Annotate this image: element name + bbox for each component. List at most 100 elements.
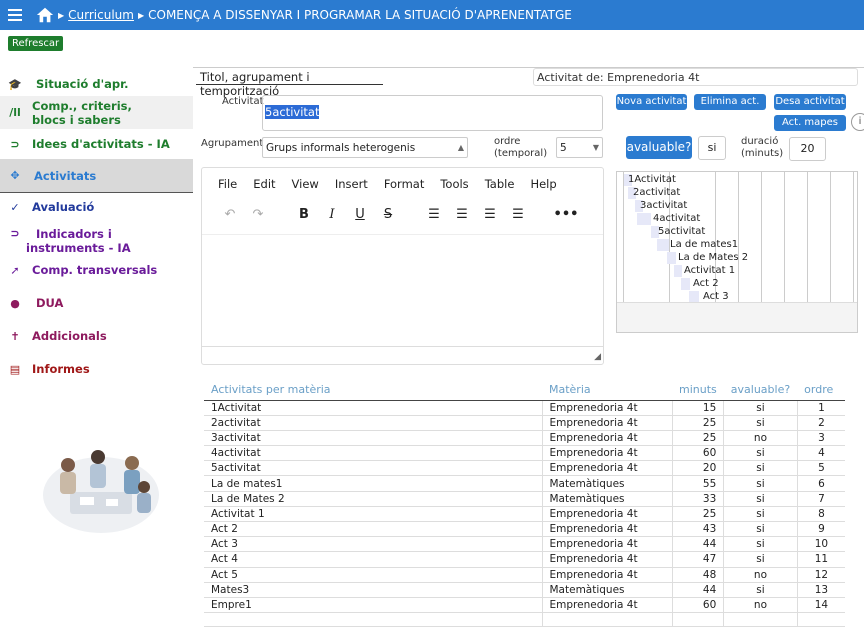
editor-menu-view[interactable]: View (292, 177, 319, 191)
sidebar-item-idees[interactable]: ⊃ Idees d'activitats - IA (0, 129, 193, 159)
grid-line (623, 172, 624, 302)
sidebar-item-transversals[interactable]: ➚ Comp. transversals (0, 257, 193, 283)
table-cell: Act 2 (204, 521, 543, 538)
table-cell: Emprenedoria 4t (542, 506, 673, 523)
avaluable-value[interactable]: si (698, 136, 726, 160)
agrupament-select[interactable]: Grups informals heterogenis ▲ (262, 137, 468, 158)
table-row[interactable]: Mates3 Matemàtiques 44 si 13 (204, 582, 846, 598)
sidebar-item-label: Avaluació (32, 200, 95, 214)
table-cell: si (723, 536, 798, 553)
timeline-label: La de mates1 (670, 239, 739, 250)
sidebar-item-activitats[interactable]: ✥ Activitats (0, 159, 193, 193)
table-row[interactable]: Act 3 Emprenedoria 4t 44 si 10 (204, 536, 846, 553)
desa-activitat-button[interactable]: Desa activitat (774, 94, 846, 110)
sidebar: 🎓 Situació d'apr. /ll Comp., criteris, b… (0, 72, 193, 389)
sidebar-item-avaluacio[interactable]: ✓ Avaluació (0, 193, 193, 221)
table-row[interactable]: 4activitat Emprenedoria 4t 60 si 4 (204, 445, 846, 462)
table-row[interactable]: La de mates1 Matemàtiques 55 si 6 (204, 475, 846, 492)
timeline-label: 4activitat (653, 213, 701, 224)
table-row[interactable]: 2activitat Emprenedoria 4t 25 si 2 (204, 415, 846, 431)
table-row[interactable]: Act 5 Emprenedoria 4t 48 no 12 (204, 567, 846, 583)
table-row[interactable]: Activitat 1 Emprenedoria 4t 25 si 8 (204, 506, 846, 523)
redo-icon[interactable]: ↷ (244, 207, 272, 222)
editor-menu-help[interactable]: Help (530, 177, 556, 191)
editor-menu-format[interactable]: Format (384, 177, 425, 191)
breadcrumb-link[interactable]: Curriculum (68, 8, 134, 22)
table-row[interactable]: 3activitat Emprenedoria 4t 25 no 3 (204, 430, 846, 447)
column-header[interactable]: Matèria (542, 380, 672, 401)
table-cell: si (723, 506, 798, 523)
timeline-label: La de Mates 2 (678, 252, 749, 263)
table-cell: si (723, 460, 798, 477)
info-circle-button[interactable]: i (851, 113, 864, 131)
sidebar-item-label: Comp., criteris, (32, 98, 132, 113)
table-row[interactable]: 5activitat Emprenedoria 4t 20 si 5 (204, 460, 846, 477)
editor-menu-file[interactable]: File (218, 177, 237, 191)
table-cell: 44 (672, 536, 725, 553)
timeline-bar (681, 278, 690, 290)
table-cell: 2 (797, 415, 846, 431)
ordre-label-line: ordre (494, 136, 521, 147)
table-cell (797, 612, 846, 628)
editor-menu-table[interactable]: Table (485, 177, 515, 191)
align-justify-icon[interactable]: ☰ (504, 207, 532, 222)
table-row[interactable]: Act 2 Emprenedoria 4t 43 si 9 (204, 521, 846, 538)
person-icon: ✝ (10, 329, 20, 343)
align-right-icon[interactable]: ☰ (476, 207, 504, 222)
sidebar-item-informes[interactable]: ▤ Informes (0, 349, 193, 389)
column-header[interactable]: avaluable? (723, 380, 798, 401)
table-cell: Emprenedoria 4t (542, 597, 673, 614)
align-left-icon[interactable]: ☰ (420, 207, 448, 222)
table-row[interactable]: Empre1 Emprenedoria 4t 60 no 14 (204, 597, 846, 614)
sidebar-item-competencies[interactable]: /ll Comp., criteris, blocs i sabers (0, 96, 193, 129)
books-icon: /ll (9, 106, 21, 119)
table-cell: si (723, 582, 798, 598)
timeline-bar (637, 213, 651, 225)
editor-menu-edit[interactable]: Edit (253, 177, 275, 191)
table-cell: Emprenedoria 4t (542, 445, 673, 462)
column-header[interactable]: Activitats per matèria (204, 380, 542, 401)
column-header[interactable]: ordre (797, 380, 846, 401)
ordre-select[interactable]: 5 ▼ (556, 137, 603, 158)
bold-icon[interactable]: B (290, 207, 318, 222)
sidebar-item-dua[interactable]: ● DUA (0, 283, 193, 323)
italic-icon[interactable]: I (318, 207, 346, 222)
activitat-label: Activitat (222, 96, 264, 107)
elimina-activitat-button[interactable]: Elimina act. (694, 94, 766, 110)
home-icon[interactable] (36, 6, 54, 24)
ordre-label-line: (temporal) (494, 148, 548, 159)
sidebar-item-situacio[interactable]: 🎓 Situació d'apr. (0, 72, 193, 96)
hamburger-menu-icon[interactable] (8, 9, 22, 21)
table-row[interactable]: 1Activitat Emprenedoria 4t 15 si 1 (204, 400, 846, 416)
column-header[interactable]: minuts (672, 380, 724, 401)
underline-icon[interactable]: U (346, 207, 374, 222)
table-cell (723, 612, 798, 628)
document-icon: ▤ (9, 362, 21, 376)
rich-text-editor[interactable]: File Edit View Insert Format Tools Table… (201, 167, 604, 365)
ordre-select-value: 5 (560, 141, 567, 154)
durada-input[interactable]: 20 (789, 137, 826, 161)
act-mapes-button[interactable]: Act. mapes (774, 115, 846, 131)
editor-menu-tools[interactable]: Tools (440, 177, 468, 191)
resize-handle-icon[interactable]: ◢ (594, 352, 601, 362)
more-icon[interactable]: ••• (552, 207, 580, 222)
refresh-button[interactable]: Refrescar (8, 36, 64, 51)
avaluable-button[interactable]: avaluable? (626, 136, 692, 159)
table-cell: Emprenedoria 4t (542, 400, 673, 416)
undo-icon[interactable]: ↶ (216, 207, 244, 222)
align-center-icon[interactable]: ☰ (448, 207, 476, 222)
nova-activitat-button[interactable]: Nova activitat (616, 94, 687, 110)
activitat-input[interactable]: 5activitat (262, 95, 603, 131)
editor-menu-insert[interactable]: Insert (335, 177, 368, 191)
table-row[interactable]: Act 4 Emprenedoria 4t 47 si 11 (204, 551, 846, 568)
sidebar-item-indicadors[interactable]: ⊃ Indicadors i instruments - IA (0, 221, 193, 257)
sidebar-item-addicionals[interactable]: ✝ Addicionals (0, 323, 193, 349)
table-cell: 1 (797, 400, 846, 416)
table-cell: 25 (672, 415, 725, 431)
table-cell: 1Activitat (204, 400, 543, 416)
strikethrough-icon[interactable]: S (374, 207, 402, 222)
durada-label-line: duració (741, 136, 779, 147)
sidebar-item-label: instruments - IA (26, 241, 131, 255)
table-row[interactable]: La de Mates 2 Matemàtiques 33 si 7 (204, 491, 846, 507)
table-cell: Matemàtiques (542, 475, 673, 492)
